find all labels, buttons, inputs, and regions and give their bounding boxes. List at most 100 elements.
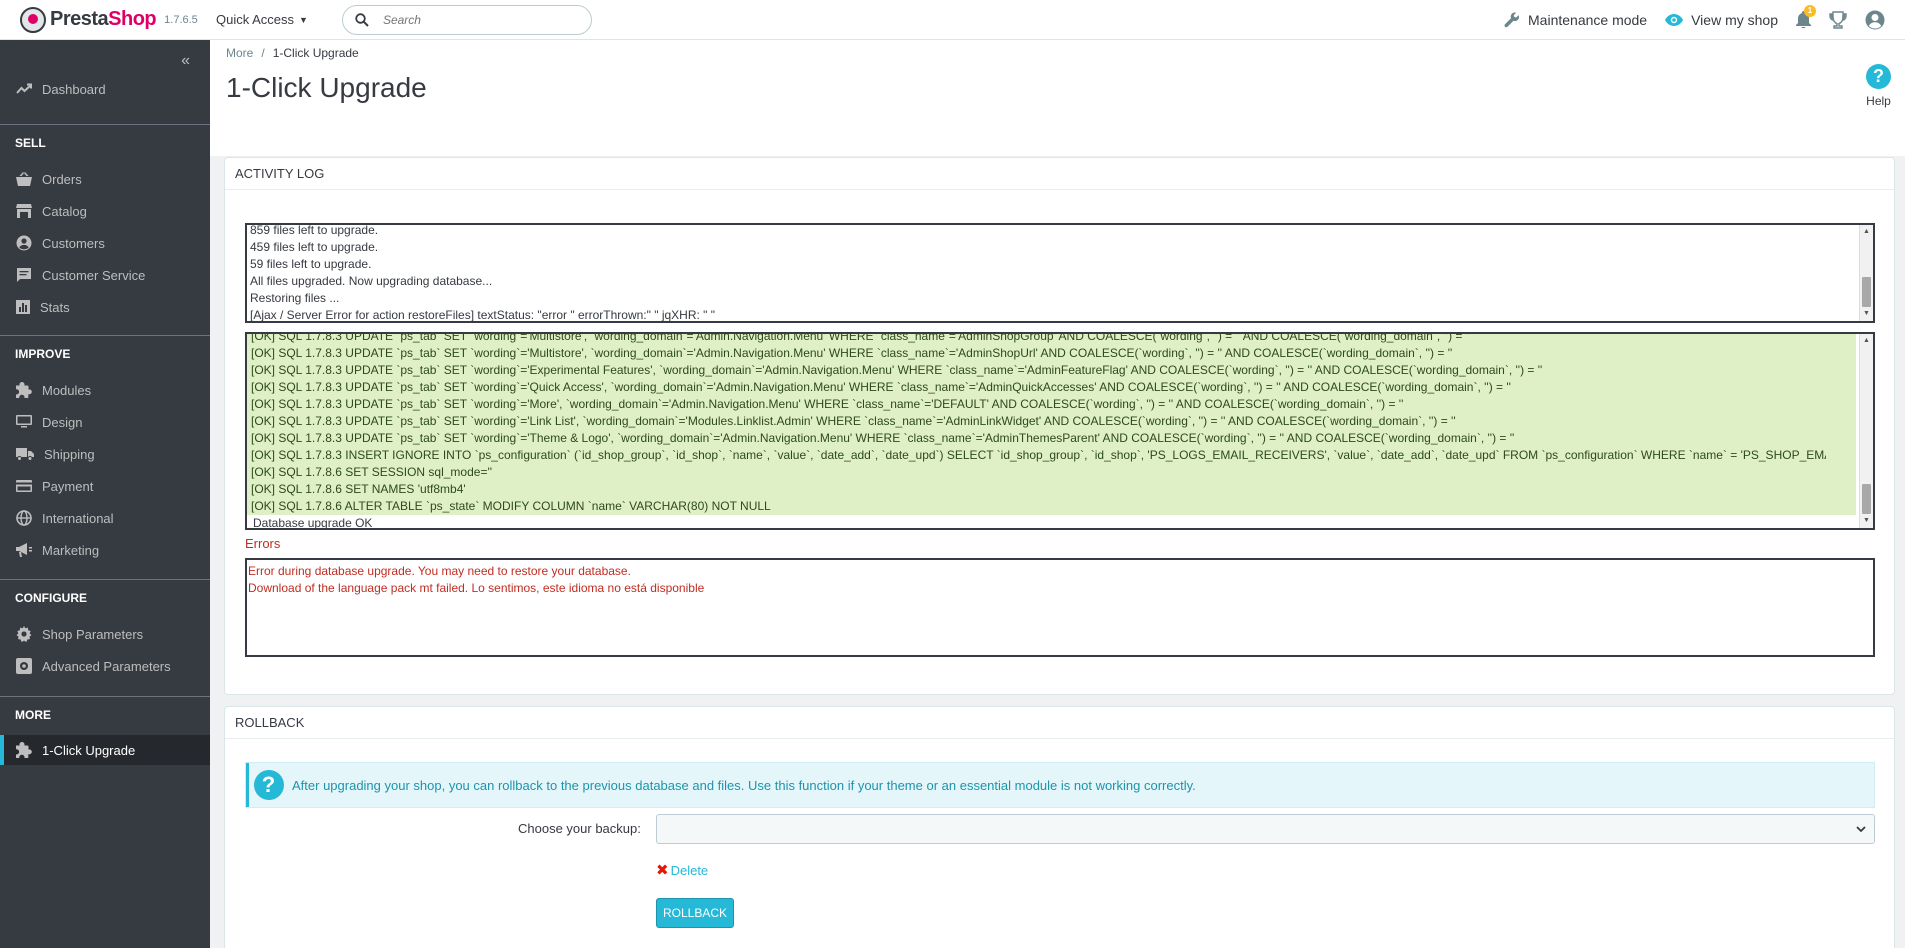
prestashop-logo[interactable]: PrestaShop 1.7.6.5: [20, 6, 210, 33]
breadcrumb-current: 1-Click Upgrade: [272, 46, 359, 60]
sidebar-item-label: Shipping: [44, 446, 95, 462]
scroll-thumb[interactable]: [1862, 277, 1871, 307]
scroll-thumb[interactable]: [1862, 484, 1871, 514]
sidebar-item-catalog[interactable]: Catalog: [0, 195, 210, 227]
sidebar-item-label: Shop Parameters: [42, 626, 144, 642]
breadcrumb-separator: /: [261, 46, 265, 60]
quick-access-label: Quick Access: [216, 12, 295, 27]
version-label: 1.7.6.5: [164, 13, 198, 26]
search-box[interactable]: [341, 4, 592, 35]
sidebar-item-advanced-parameters[interactable]: Advanced Parameters: [0, 650, 210, 682]
rollback-heading: ROLLBACK: [225, 707, 1894, 739]
chevron-down-icon: [1856, 826, 1866, 833]
sidebar-item-label: Advanced Parameters: [42, 658, 171, 674]
breadcrumb: More / 1-Click Upgrade: [226, 46, 359, 60]
puzzle-icon: [16, 742, 32, 758]
notification-count-badge: 1: [1804, 5, 1816, 17]
errors-label: Errors: [245, 536, 281, 551]
scroll-up-icon[interactable]: ▲: [1860, 334, 1873, 348]
scroll-up-icon[interactable]: ▲: [1860, 225, 1873, 239]
rollback-button[interactable]: ROLLBACK: [656, 898, 734, 928]
choose-backup-label: Choose your backup:: [518, 821, 641, 836]
sidebar-item-label: Dashboard: [42, 81, 106, 97]
trending-up-icon: [16, 83, 32, 94]
info-bar: ?: [246, 763, 288, 807]
sidebar-item-label: Customers: [42, 235, 105, 251]
maintenance-mode-link[interactable]: Maintenance mode: [1504, 12, 1647, 28]
maintenance-mode-label: Maintenance mode: [1528, 11, 1648, 28]
database-log-box[interactable]: [OK] SQL 1.7.8.3 UPDATE `ps_tab` SET `wo…: [245, 332, 1875, 530]
sidebar-item-design[interactable]: Design: [0, 406, 210, 438]
sql-log-line: [OK] SQL 1.7.8.3 UPDATE `ps_tab` SET `wo…: [251, 414, 1456, 428]
puzzle-icon: [16, 382, 32, 398]
truck-icon: [16, 447, 34, 461]
page-title: 1-Click Upgrade: [226, 72, 427, 103]
log-line: Restoring files ...: [250, 291, 340, 305]
log-line: 459 files left to upgrade.: [250, 240, 379, 254]
search-input[interactable]: [382, 12, 563, 27]
sidebar-item-payment[interactable]: Payment: [0, 470, 210, 502]
error-line: Error during database upgrade. You may n…: [248, 564, 631, 578]
sidebar-item-label: Catalog: [42, 203, 87, 219]
sidebar: « Dashboard SELL Orders Catalog Customer…: [0, 40, 210, 948]
activity-log-box[interactable]: 859 files left to upgrade. 459 files lef…: [245, 223, 1875, 323]
sidebar-item-1-click-upgrade[interactable]: 1-Click Upgrade: [0, 735, 210, 765]
sidebar-item-label: Design: [42, 414, 83, 430]
brand-name: PrestaShop: [50, 8, 157, 30]
wrench-icon: [1504, 12, 1520, 27]
megaphone-icon: [16, 543, 32, 557]
sql-log-line: [OK] SQL 1.7.8.6 SET NAMES 'utf8mb4': [251, 482, 466, 496]
sidebar-item-label: Modules: [42, 382, 92, 398]
notifications-button[interactable]: 1: [1796, 5, 1816, 28]
backup-select[interactable]: [656, 814, 1875, 844]
delete-backup-link[interactable]: ✖ Delete: [656, 861, 708, 879]
breadcrumb-more-link[interactable]: More: [226, 46, 253, 60]
sidebar-item-shop-parameters[interactable]: Shop Parameters: [0, 618, 210, 650]
log-line: 59 files left to upgrade.: [250, 257, 372, 271]
sidebar-item-label: 1-Click Upgrade: [42, 742, 136, 758]
view-my-shop-label: View my shop: [1691, 11, 1778, 28]
sidebar-item-customers[interactable]: Customers: [0, 227, 210, 259]
sql-log-line: [OK] SQL 1.7.8.3 UPDATE `ps_tab` SET `wo…: [251, 346, 1453, 360]
log-line: All files upgraded. Now upgrading databa…: [250, 274, 493, 288]
sidebar-item-modules[interactable]: Modules: [0, 374, 210, 406]
sidebar-item-orders[interactable]: Orders: [0, 163, 210, 195]
sidebar-item-label: International: [42, 510, 114, 526]
trophy-icon: [1829, 10, 1847, 29]
sql-log-line: [OK] SQL 1.7.8.3 INSERT IGNORE INTO `ps_…: [251, 448, 1826, 462]
settings-box-icon: [16, 658, 32, 674]
sidebar-section-more: MORE: [15, 708, 51, 722]
sidebar-item-dashboard[interactable]: Dashboard: [0, 80, 210, 98]
store-icon: [16, 204, 32, 218]
help-label: Help: [1866, 94, 1891, 108]
help-icon: ?: [1866, 64, 1891, 89]
page-header: More / 1-Click Upgrade 1-Click Upgrade ?…: [210, 40, 1905, 156]
trophy-button[interactable]: [1829, 10, 1847, 29]
sidebar-item-label: Payment: [42, 478, 94, 494]
view-my-shop-link[interactable]: View my shop: [1665, 12, 1778, 28]
activity-log-scrollbar[interactable]: ▲ ▼: [1859, 225, 1873, 321]
sidebar-item-stats[interactable]: Stats: [0, 291, 210, 323]
help-button[interactable]: ? Help: [1866, 64, 1891, 108]
sidebar-section-configure: CONFIGURE: [15, 591, 87, 605]
scroll-down-icon[interactable]: ▼: [1860, 514, 1873, 528]
bar-chart-icon: [16, 300, 30, 314]
sidebar-item-international[interactable]: International: [0, 502, 210, 534]
basket-icon: [16, 172, 32, 186]
rollback-panel: ROLLBACK ? After upgrading your shop, yo…: [224, 706, 1895, 948]
search-icon: [355, 12, 369, 27]
log-line: 859 files left to upgrade.: [250, 223, 379, 237]
desktop-icon: [16, 415, 32, 428]
sql-log-line: [OK] SQL 1.7.8.6 ALTER TABLE `ps_state` …: [251, 499, 771, 513]
quick-access-dropdown[interactable]: Quick Access ▼: [216, 12, 308, 27]
errors-box[interactable]: Error during database upgrade. You may n…: [245, 558, 1875, 657]
sidebar-item-shipping[interactable]: Shipping: [0, 438, 210, 470]
sql-log-line: [OK] SQL 1.7.8.3 UPDATE `ps_tab` SET `wo…: [251, 431, 1515, 445]
delete-label: Delete: [670, 862, 709, 878]
database-log-scrollbar[interactable]: ▲ ▼: [1859, 334, 1873, 528]
sidebar-item-customer-service[interactable]: Customer Service: [0, 259, 210, 291]
collapse-sidebar-icon[interactable]: «: [181, 52, 190, 70]
scroll-down-icon[interactable]: ▼: [1860, 307, 1873, 321]
profile-button[interactable]: [1865, 10, 1885, 30]
sidebar-item-marketing[interactable]: Marketing: [0, 534, 210, 566]
